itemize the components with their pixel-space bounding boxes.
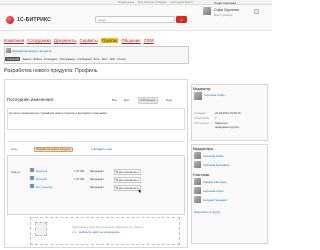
info-label: Тип группы:	[194, 121, 210, 125]
tab-messages[interactable]: Сообщения	[77, 58, 92, 61]
group-tabs: Основной Задачи Файлы Календарь Обсужден…	[5, 56, 188, 62]
tab-tasks[interactable]: Задачи	[22, 58, 31, 61]
info-value: невидимая группа	[215, 125, 239, 129]
recipient-chip[interactable]: Разработка нового продукта	[34, 146, 74, 153]
choose-file-link[interactable]: выберите файл на компьютере	[79, 230, 120, 234]
member-avatar[interactable]	[194, 178, 201, 185]
nav-item-groups[interactable]: Группы	[100, 38, 119, 43]
feed-tab-all[interactable]: Все	[112, 98, 117, 102]
nav-item-documents[interactable]: Документы	[54, 38, 77, 43]
members-panel	[191, 144, 268, 244]
group-icon	[6, 48, 11, 53]
feed-tab-favorites[interactable]: Избранное	[138, 97, 159, 104]
file-size: 7.47 Мб	[74, 168, 85, 173]
search-button[interactable]: »	[176, 16, 187, 23]
tab-files[interactable]: Файлы	[33, 58, 42, 61]
member-avatar[interactable]	[194, 161, 201, 168]
owner-name[interactable]: Сергеева Софи	[204, 93, 224, 97]
tab-main[interactable]: Основной	[5, 57, 21, 61]
user-name[interactable]: Софи Сергеева	[214, 8, 239, 12]
member-avatar[interactable]	[194, 152, 201, 159]
tab-discussion[interactable]: Обсуждение	[59, 58, 75, 61]
member-name[interactable]: Сергеева Софи	[203, 154, 223, 158]
file-destination[interactable]: В мои документы	[114, 184, 141, 191]
topbar-user-name[interactable]: Софи Сергеева	[214, 1, 236, 5]
file-destination[interactable]: В мои документы	[114, 176, 141, 183]
member-name[interactable]: Адамян Светлана	[203, 180, 226, 184]
tab-photo[interactable]: Фото	[102, 58, 108, 61]
file-status: Загружено	[90, 184, 104, 189]
file-size: 7.47 Мб	[74, 176, 85, 181]
feed-tab-more[interactable]: Ещё	[166, 98, 172, 102]
info-label: Создана:	[194, 111, 206, 115]
tab-wiki[interactable]: Wiki	[110, 58, 115, 61]
invite-link[interactable]: Пригласить в группу	[194, 210, 220, 214]
info-label: Участников:	[194, 116, 210, 120]
logo-text: 1С-БИТРИКС	[17, 17, 52, 23]
member-name[interactable]: Анкудин Геннадий	[203, 198, 227, 202]
info-value: 24.04.2012 10:45:16	[215, 111, 241, 115]
file-icon	[30, 168, 34, 172]
search-input[interactable]	[96, 17, 174, 22]
add-recipient-link[interactable]: + Добавить ещё	[91, 147, 112, 151]
files-label: Файлы:	[11, 170, 21, 174]
member-avatar[interactable]	[194, 187, 201, 194]
tab-blog[interactable]: Блог	[94, 58, 100, 61]
file-icon	[30, 184, 34, 188]
user-menu[interactable]: Моя страница	[214, 13, 232, 17]
group-name[interactable]: Разработка нового продукта	[12, 49, 51, 53]
drop-zone-or: или	[72, 229, 77, 234]
topbar-link-notifications[interactable]: Уведомления	[118, 1, 134, 4]
info-title: Модератор	[193, 87, 211, 91]
member-name[interactable]: Сергеева Елизавета	[203, 163, 230, 167]
drop-zone-text: Перетащите один или несколько файлов в э…	[72, 225, 144, 229]
tab-calendar[interactable]: Календарь	[44, 58, 58, 61]
page-title: Разработка нового продукта: Профиль	[4, 68, 98, 74]
settings-icon[interactable]	[254, 9, 259, 14]
search-field[interactable]	[95, 16, 175, 23]
topbar-link-requests[interactable]: Мои запросы (1)	[138, 1, 158, 4]
nav-item-communication[interactable]: Общение	[121, 38, 140, 43]
nav-item-company[interactable]: Компания	[4, 38, 24, 43]
file-name[interactable]: prod.psd	[36, 177, 47, 181]
topbar-link-logout[interactable]: Выйти	[185, 1, 193, 4]
member-avatar[interactable]	[194, 196, 201, 203]
feed-title: Последние изменения	[7, 97, 53, 102]
editor-divider	[7, 141, 185, 142]
info-value: 7	[215, 116, 217, 120]
user-avatar[interactable]	[203, 7, 211, 15]
file-status: Загружено	[90, 176, 104, 181]
file-status: Загружено	[90, 168, 104, 173]
nav-item-employees[interactable]: Сотрудники	[27, 38, 51, 43]
file-name[interactable]: bnr_new.png	[36, 185, 52, 189]
topbar-link-messages[interactable]: Сообщения	[170, 1, 184, 4]
nav-item-services[interactable]: Сервисы	[80, 38, 98, 43]
main-nav: Компания Сотрудники Документы Сервисы Гр…	[4, 37, 154, 44]
nav-item-crm[interactable]: CRM	[144, 38, 154, 43]
feed-tab-day[interactable]: Дэн	[124, 98, 129, 102]
members-title: Участники	[193, 173, 210, 177]
file-icon	[30, 176, 34, 180]
topbar-link-tasks[interactable]: Задачи	[158, 1, 167, 4]
bitrix-logo-icon	[6, 16, 14, 24]
post-text[interactable]: Коллеги, ознакомьтесь с дизайном нового …	[9, 111, 179, 115]
member-name[interactable]: Сергеева Софи	[203, 189, 223, 193]
drop-document-icon	[35, 222, 47, 236]
moderators-title: Модераторы	[193, 147, 214, 151]
file-name[interactable]: prew.psd	[36, 169, 47, 173]
tab-list[interactable]: Список	[117, 58, 126, 61]
to-label: Кому:	[11, 147, 19, 151]
owner-avatar[interactable]	[194, 92, 202, 100]
file-destination[interactable]: В мои документы	[114, 168, 141, 175]
